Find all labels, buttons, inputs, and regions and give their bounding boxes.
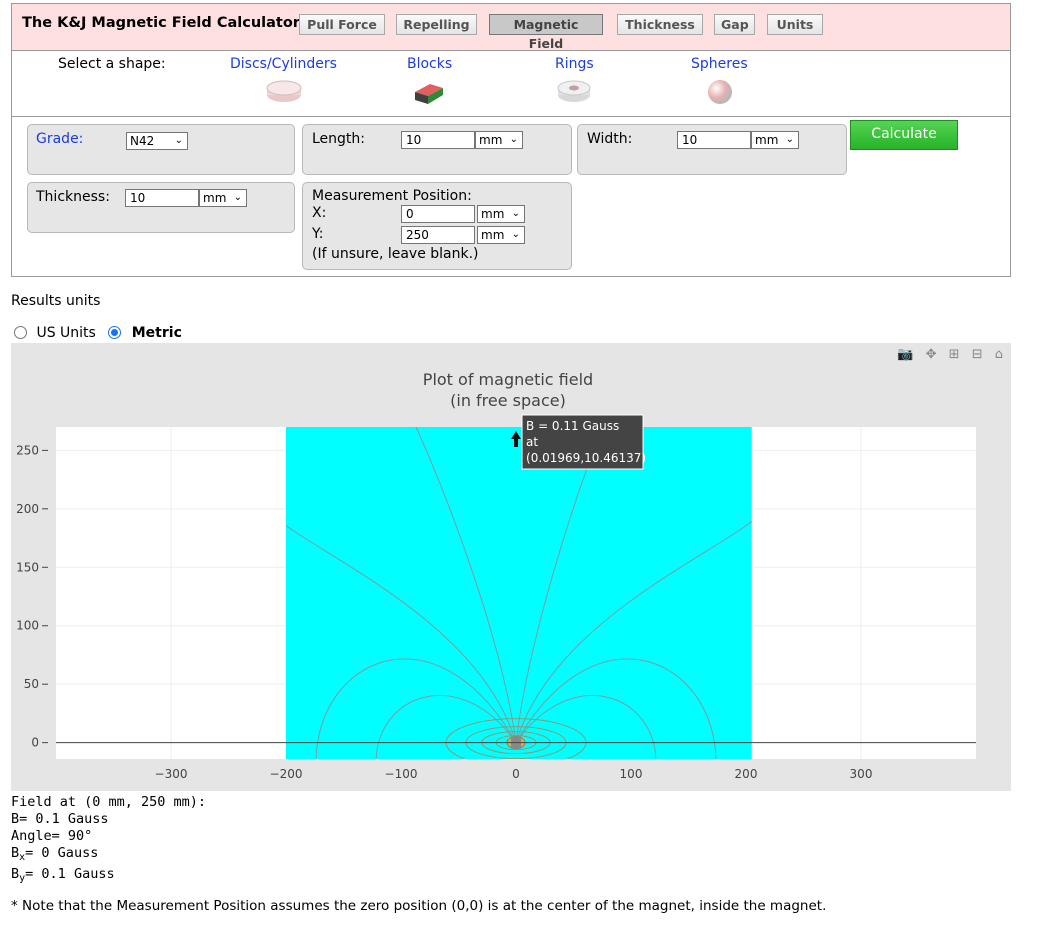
nav-units[interactable]: Units <box>767 14 823 35</box>
nav-magnetic-field[interactable]: Magnetic Field <box>489 14 603 51</box>
metric-radio[interactable] <box>108 326 122 339</box>
y-unit-value: mm <box>481 228 505 242</box>
thickness-unit-value: mm <box>203 191 227 205</box>
field-heatmap <box>286 427 752 759</box>
nav-pull-force[interactable]: Pull Force <box>299 14 385 35</box>
width-unit-select[interactable]: mm ⌄ <box>751 131 799 149</box>
plot-canvas[interactable]: −300 −200 −100 0 100 200 300 0 50 100 150 200 250 B =… <box>11 343 1011 791</box>
width-box: Width: 10 mm ⌄ <box>577 124 847 175</box>
grade-value: N42 <box>130 134 155 148</box>
inputs-panel: Grade: N42 ⌄ Length: 10 mm ⌄ Width: 10 m… <box>11 116 1011 277</box>
y-tick-label: 100 <box>16 619 39 633</box>
readout-heading: Field at (0 mm, 250 mm): <box>11 794 207 810</box>
readout-by: By= 0.1 Gauss <box>11 866 206 887</box>
sphere-shape-icon[interactable] <box>706 78 736 108</box>
thickness-unit-select[interactable]: mm ⌄ <box>199 189 247 207</box>
y-input[interactable]: 250 <box>401 226 475 244</box>
x-label: X: <box>312 205 327 221</box>
chevron-down-icon: ⌄ <box>511 229 520 240</box>
ring-shape-icon[interactable] <box>555 78 593 106</box>
nav-thickness[interactable]: Thickness <box>617 14 703 35</box>
position-note: * Note that the Measurement Position ass… <box>11 898 827 914</box>
thickness-box: Thickness: 10 mm ⌄ <box>27 182 295 233</box>
x-unit-value: mm <box>481 207 505 221</box>
bx-prefix: B <box>11 845 20 861</box>
y-tick-label: 200 <box>16 502 39 516</box>
chevron-down-icon: ⌄ <box>233 192 242 203</box>
thickness-label: Thickness: <box>36 189 110 205</box>
y-label: Y: <box>312 226 324 242</box>
readout-b: B= 0.1 Gauss <box>11 811 109 827</box>
chevron-down-icon: ⌄ <box>509 134 518 145</box>
x-tick-label: −100 <box>385 767 418 781</box>
grade-select[interactable]: N42 ⌄ <box>126 132 188 150</box>
width-input[interactable]: 10 <box>677 131 751 149</box>
nav-gap[interactable]: Gap <box>714 14 755 35</box>
magnetic-field-plot[interactable]: 📷 ✥ ⊞ ⊟ ⌂ Plot of magnetic field (in fre… <box>11 343 1011 791</box>
x-input[interactable]: 0 <box>401 205 475 223</box>
x-unit-select[interactable]: mm ⌄ <box>477 205 525 223</box>
shape-discs-cylinders[interactable]: Discs/Cylinders <box>230 56 337 72</box>
chevron-down-icon: ⌄ <box>174 135 183 146</box>
length-unit-select[interactable]: mm ⌄ <box>475 131 523 149</box>
x-tick-label: 200 <box>735 767 758 781</box>
width-unit-value: mm <box>755 133 779 147</box>
length-unit-value: mm <box>479 133 503 147</box>
x-tick-label: 0 <box>512 767 520 781</box>
bx-rest: = 0 Gauss <box>25 845 99 861</box>
position-hint: (If unsure, leave blank.) <box>312 246 479 262</box>
disc-shape-icon[interactable] <box>264 78 304 106</box>
shape-blocks[interactable]: Blocks <box>407 56 452 72</box>
readout-angle: Angle= 90° <box>11 828 93 844</box>
app-header: The K&J Magnetic Field Calculator Pull F… <box>11 3 1011 51</box>
us-units-label[interactable]: US Units <box>36 325 95 341</box>
grade-box: Grade: N42 ⌄ <box>27 124 295 175</box>
length-label: Length: <box>312 131 366 147</box>
nav-repelling[interactable]: Repelling <box>396 14 477 35</box>
calculate-button[interactable]: Calculate <box>850 120 958 150</box>
tooltip-text: B = 0.11 Gauss <box>526 419 619 433</box>
results-units-radio-group: US Units Metric <box>14 325 182 341</box>
tooltip-text: (0.01969,10.46137) <box>526 451 646 465</box>
hover-tooltip: B = 0.11 Gauss at (0.01969,10.46137) <box>521 414 646 470</box>
app-title: The K&J Magnetic Field Calculator <box>22 15 300 31</box>
y-unit-select[interactable]: mm ⌄ <box>477 226 525 244</box>
chevron-down-icon: ⌄ <box>785 134 794 145</box>
x-tick-label: 100 <box>620 767 643 781</box>
x-tick-label: −200 <box>270 767 303 781</box>
measurement-position-box: Measurement Position: X: 0 mm ⌄ Y: 250 m… <box>302 182 572 270</box>
length-box: Length: 10 mm ⌄ <box>302 124 572 175</box>
shape-label: Select a shape: <box>58 56 166 72</box>
width-label: Width: <box>587 131 633 147</box>
x-tick-label: 300 <box>850 767 873 781</box>
x-tick-label: −300 <box>155 767 188 781</box>
metric-label[interactable]: Metric <box>132 325 182 341</box>
y-tick-label: 0 <box>31 736 39 750</box>
tooltip-text: at <box>526 435 538 449</box>
length-input[interactable]: 10 <box>401 131 475 149</box>
by-prefix: B <box>11 866 20 882</box>
us-units-radio[interactable] <box>14 326 27 339</box>
field-readout: Field at (0 mm, 250 mm): B= 0.1 Gauss An… <box>11 794 206 887</box>
by-rest: = 0.1 Gauss <box>25 866 115 882</box>
shape-selector: Select a shape: Discs/Cylinders Blocks R… <box>11 50 1011 117</box>
chevron-down-icon: ⌄ <box>511 208 520 219</box>
block-shape-icon[interactable] <box>412 78 446 106</box>
readout-bx: Bx= 0 Gauss <box>11 845 206 866</box>
shape-spheres[interactable]: Spheres <box>691 56 748 72</box>
shape-rings[interactable]: Rings <box>555 56 594 72</box>
results-units-title: Results units <box>11 293 101 309</box>
measurement-position-label: Measurement Position: <box>312 188 472 204</box>
grade-label[interactable]: Grade: <box>36 131 83 147</box>
y-tick-label: 50 <box>24 677 39 691</box>
y-tick-label: 150 <box>16 560 39 574</box>
y-tick-label: 250 <box>16 443 39 457</box>
thickness-input[interactable]: 10 <box>125 189 199 207</box>
